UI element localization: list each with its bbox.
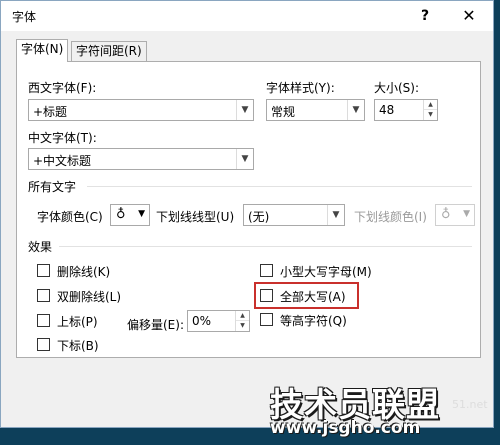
paint-bucket-icon: ♁ — [441, 207, 451, 222]
all-text-divider — [87, 186, 472, 187]
offset-label: 偏移量(E): — [127, 318, 184, 332]
equalize-height-label: 等高字符(Q) — [280, 314, 347, 328]
double-strikethrough-checkbox[interactable] — [37, 289, 50, 302]
size-label: 大小(S): — [374, 81, 420, 95]
spin-up-icon[interactable]: ▲ — [424, 100, 437, 110]
chevron-down-icon[interactable]: ▼ — [236, 149, 253, 169]
font-color-button[interactable]: ♁ ▼ — [110, 204, 150, 226]
all-caps-checkbox[interactable] — [260, 289, 273, 302]
offset-spinner[interactable]: 0% ▲ ▼ — [187, 310, 250, 332]
chevron-down-icon[interactable]: ▼ — [327, 205, 344, 225]
chevron-down-icon: ▼ — [138, 209, 145, 219]
size-spinner[interactable]: 48 ▲ ▼ — [374, 99, 438, 121]
font-tab-panel: 西文字体(F): +标题 ▼ 字体样式(Y): 常规 ▼ 大小(S): 48 ▲… — [16, 61, 481, 358]
superscript-checkbox[interactable] — [37, 314, 50, 327]
chevron-down-icon[interactable]: ▼ — [347, 100, 364, 120]
equalize-height-checkbox[interactable] — [260, 313, 273, 326]
paint-bucket-icon: ♁ — [116, 207, 126, 222]
chevron-down-icon[interactable]: ▼ — [236, 100, 253, 120]
spin-up-icon[interactable]: ▲ — [236, 311, 249, 321]
tab-character-spacing[interactable]: 字符间距(R) — [71, 41, 147, 61]
all-text-section-title: 所有文字 — [28, 180, 77, 194]
font-style-value: 常规 — [271, 105, 296, 119]
small-caps-checkbox[interactable] — [260, 264, 273, 277]
font-color-label: 字体颜色(C) — [37, 210, 103, 224]
asian-font-combo[interactable]: +中文标题 ▼ — [28, 148, 254, 170]
watermark-url: www.jsgho.com — [270, 418, 421, 438]
offset-spin-buttons[interactable]: ▲ ▼ — [235, 311, 249, 331]
font-style-label: 字体样式(Y): — [266, 81, 335, 95]
underline-color-button[interactable]: ♁ ▼ — [435, 204, 475, 226]
underline-style-combo[interactable]: (无) ▼ — [243, 204, 345, 226]
asian-font-label: 中文字体(T): — [28, 131, 97, 145]
small-caps-label: 小型大写字母(M) — [280, 265, 372, 279]
spin-down-icon[interactable]: ▼ — [424, 110, 437, 120]
help-button[interactable]: ? — [413, 4, 437, 28]
watermark-small-text: 51.net — [452, 398, 488, 411]
close-button[interactable]: ✕ — [456, 4, 482, 28]
western-font-value: +标题 — [33, 105, 68, 119]
strikethrough-label: 删除线(K) — [57, 265, 111, 279]
subscript-checkbox[interactable] — [37, 338, 50, 351]
spin-down-icon[interactable]: ▼ — [236, 321, 249, 331]
western-font-combo[interactable]: +标题 ▼ — [28, 99, 254, 121]
superscript-label: 上标(P) — [57, 315, 98, 329]
dialog-title: 字体 — [12, 10, 37, 24]
title-bar: 字体 ? ✕ — [1, 1, 493, 31]
effects-section-title: 效果 — [28, 240, 53, 254]
underline-color-label: 下划线颜色(I) — [354, 210, 427, 224]
underline-style-label: 下划线线型(U) — [156, 210, 235, 224]
chevron-down-icon: ▼ — [463, 209, 470, 219]
double-strikethrough-label: 双删除线(L) — [57, 290, 122, 304]
size-spin-buttons[interactable]: ▲ ▼ — [423, 100, 437, 120]
font-dialog: 字体 ? ✕ 字体(N) 字符间距(R) 西文字体(F): +标题 ▼ 字体样式… — [0, 0, 494, 428]
effects-divider — [59, 246, 472, 247]
offset-value: 0% — [192, 314, 212, 328]
size-value: 48 — [379, 103, 395, 117]
asian-font-value: +中文标题 — [33, 154, 92, 168]
underline-style-value: (无) — [248, 210, 270, 224]
strikethrough-checkbox[interactable] — [37, 264, 50, 277]
font-style-combo[interactable]: 常规 ▼ — [266, 99, 365, 121]
all-caps-label: 全部大写(A) — [280, 290, 346, 304]
western-font-label: 西文字体(F): — [28, 81, 97, 95]
tab-font[interactable]: 字体(N) — [16, 39, 69, 62]
subscript-label: 下标(B) — [57, 339, 99, 353]
